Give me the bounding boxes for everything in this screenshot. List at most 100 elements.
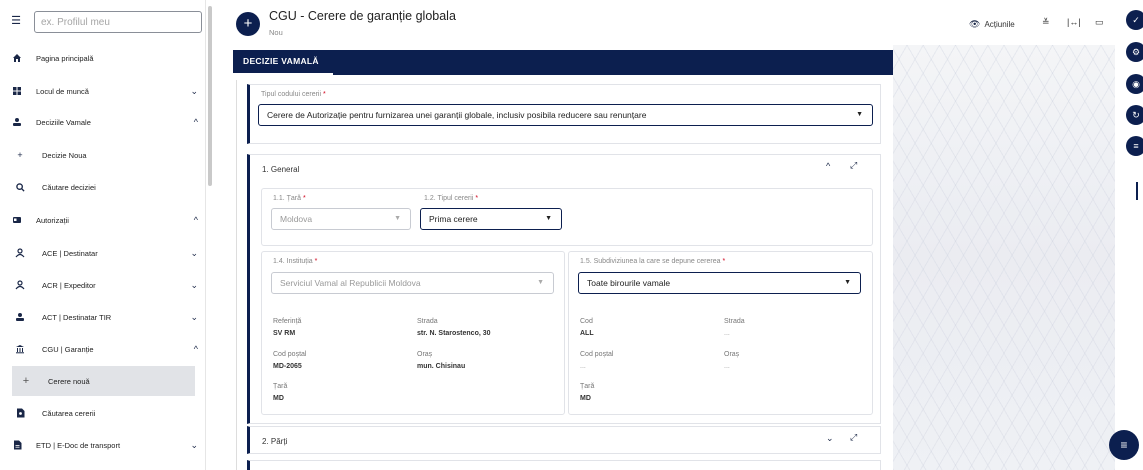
code-label: Cod bbox=[580, 318, 593, 325]
city-value: ... bbox=[724, 363, 730, 370]
request-type-label: Tipul codului cererii * bbox=[261, 91, 326, 98]
sidebar-item-acr[interactable]: ACR | Expeditor ⌄ bbox=[0, 271, 206, 299]
plus-icon: + bbox=[22, 375, 30, 387]
country-code-label: Țară bbox=[273, 383, 288, 390]
chevron-down-icon: ⌄ bbox=[190, 311, 198, 322]
list-icon[interactable]: ≡ bbox=[1126, 136, 1143, 156]
chevron-down-icon: ⌄ bbox=[190, 279, 198, 290]
plus-icon: + bbox=[17, 150, 23, 160]
street-label: Strada bbox=[724, 318, 745, 325]
tab-label: DECIZIE VAMALĂ bbox=[243, 56, 319, 66]
search-icon bbox=[14, 181, 26, 193]
add-button[interactable]: + bbox=[236, 12, 260, 36]
request-kind-label: 1.2. Tipul cererii * bbox=[424, 195, 479, 202]
content-guide bbox=[236, 80, 237, 470]
expand-icon[interactable]: ⤢ bbox=[850, 432, 857, 443]
sidebar-item-workplace[interactable]: Locul de muncă ⌄ bbox=[0, 77, 206, 105]
request-type-card: Tipul codului cererii * Cerere de Autori… bbox=[247, 84, 881, 144]
page-title: CGU - Cerere de garanție globala bbox=[269, 9, 456, 23]
sidebar-item-label: ACR | Expeditor bbox=[42, 280, 96, 290]
sidebar-item-label: ACT | Destinatar TIR bbox=[42, 312, 112, 322]
country-code-label: Țară bbox=[580, 383, 595, 390]
subdivision-select[interactable]: Toate birourile vamale ▼ bbox=[578, 272, 861, 294]
tab-customs-decision[interactable]: DECIZIE VAMALĂ bbox=[233, 50, 333, 75]
sidebar-item-label: Locul de muncă bbox=[36, 86, 89, 96]
expand-icon[interactable]: ⤢ bbox=[850, 160, 857, 171]
background-image bbox=[893, 45, 1115, 470]
sidebar-item-act[interactable]: ACT | Destinatar TIR ⌄ bbox=[0, 303, 206, 331]
institution-select[interactable]: Serviciul Vamal al Republicii Moldova ▼ bbox=[271, 272, 554, 294]
sidebar-item-ace[interactable]: ACE | Destinatar ⌄ bbox=[0, 239, 206, 267]
street-label: Strada bbox=[417, 318, 438, 325]
actions-label: Acțiunile bbox=[984, 20, 1015, 29]
chevron-up-icon[interactable]: ^ bbox=[826, 161, 830, 171]
country-select[interactable]: Moldova ▼ bbox=[271, 208, 411, 230]
sidebar-item-cgu[interactable]: CGU | Garanție ^ bbox=[0, 335, 206, 363]
id-card-icon bbox=[11, 214, 23, 226]
tab-bar: DECIZIE VAMALĂ bbox=[233, 50, 893, 75]
general-section: 1. General ^ ⤢ 1.1. Țară * Moldova ▼ 1.2… bbox=[247, 154, 881, 424]
request-type-select[interactable]: Cerere de Autorizație pentru furnizarea … bbox=[258, 104, 873, 126]
user-icon bbox=[14, 279, 26, 291]
page-header: + CGU - Cerere de garanție globala Nou 👁… bbox=[222, 0, 1118, 50]
fit-width-icon[interactable]: |↔| bbox=[1067, 17, 1081, 27]
sidebar-item-home[interactable]: Pagina principală bbox=[0, 44, 206, 72]
street-value: ... bbox=[724, 330, 730, 337]
reference-label: Referință bbox=[273, 318, 302, 325]
dropdown-arrow-icon: ▼ bbox=[394, 215, 401, 222]
sidebar-item-label: Decizie Noua bbox=[42, 150, 87, 160]
section-title: 2. Părți bbox=[262, 437, 288, 446]
sidebar-item-label: ACE | Destinatar bbox=[42, 248, 98, 258]
user-upload-icon bbox=[11, 116, 23, 128]
sidebar-item-search-request[interactable]: Căutarea cererii bbox=[0, 399, 206, 427]
dropdown-arrow-icon: ▼ bbox=[856, 111, 863, 118]
window-icon[interactable]: ▭ bbox=[1095, 17, 1104, 28]
view-icon[interactable]: ◉ bbox=[1126, 74, 1143, 94]
sidebar-item-label: Căutarea cererii bbox=[42, 408, 96, 418]
sidebar-item-label: Cerere nouă bbox=[48, 376, 90, 386]
sidebar: ☰ Pagina principală Locul de muncă ⌄ Dec… bbox=[0, 0, 206, 470]
postal-label: Cod poștal bbox=[273, 351, 307, 358]
bank-icon bbox=[14, 343, 26, 355]
refresh-icon[interactable]: ↻ bbox=[1126, 105, 1143, 125]
settings-icon[interactable]: ⚙ bbox=[1126, 42, 1143, 62]
tab-active-indicator bbox=[233, 73, 333, 75]
collapse-icon[interactable]: ≚ bbox=[1042, 17, 1050, 28]
menu-icon[interactable]: ☰ bbox=[8, 14, 24, 28]
sidebar-item-search-decision[interactable]: Căutare deciziei bbox=[0, 173, 206, 201]
reference-value: SV RM bbox=[273, 330, 296, 337]
eye-icon: 👁 bbox=[969, 19, 981, 29]
chevron-down-icon: ⌄ bbox=[190, 85, 198, 96]
sidebar-item-authorizations[interactable]: Autorizații ^ bbox=[0, 206, 206, 234]
sidebar-item-customs-decisions[interactable]: Deciziile Vamale ^ bbox=[0, 108, 206, 136]
document-icon bbox=[11, 439, 23, 451]
sidebar-item-label: Deciziile Vamale bbox=[36, 117, 91, 127]
parties-section[interactable]: 2. Părți ⌄ ⤢ bbox=[247, 426, 881, 454]
sidebar-item-new-decision[interactable]: + Decizie Noua bbox=[0, 141, 206, 169]
postal-label: Cod poștal bbox=[580, 351, 614, 358]
chevron-down-icon[interactable]: ⌄ bbox=[826, 433, 834, 444]
country-request-group: 1.1. Țară * Moldova ▼ 1.2. Tipul cererii… bbox=[261, 188, 873, 246]
rail-indicator bbox=[1136, 182, 1138, 200]
sidebar-scrollbar[interactable] bbox=[208, 6, 212, 186]
check-icon[interactable]: ✓ bbox=[1126, 10, 1143, 30]
sidebar-item-etd[interactable]: ETD | E-Doc de transport ⌄ bbox=[0, 431, 206, 459]
file-search-icon bbox=[14, 407, 26, 419]
subdivision-group: 1.5. Subdiviziunea la care se depune cer… bbox=[568, 251, 873, 415]
chevron-up-icon: ^ bbox=[193, 215, 198, 225]
actions-button[interactable]: 👁 Acțiunile bbox=[969, 19, 1015, 30]
country-code-value: MD bbox=[580, 395, 591, 402]
search-input[interactable] bbox=[34, 11, 202, 33]
chevron-up-icon: ^ bbox=[193, 117, 198, 127]
city-label: Oraș bbox=[724, 351, 740, 358]
menu-fab[interactable]: ≡ bbox=[1109, 430, 1139, 460]
grid-icon bbox=[11, 85, 23, 97]
chevron-up-icon: ^ bbox=[193, 344, 198, 354]
sidebar-item-new-request[interactable]: + Cerere nouă bbox=[12, 366, 195, 396]
user-icon bbox=[14, 311, 26, 323]
postal-value: MD-2065 bbox=[273, 363, 302, 370]
request-kind-select[interactable]: Prima cerere ▼ bbox=[420, 208, 562, 230]
sidebar-item-label: CGU | Garanție bbox=[42, 344, 94, 354]
home-icon bbox=[11, 52, 23, 64]
postal-value: ... bbox=[580, 363, 586, 370]
